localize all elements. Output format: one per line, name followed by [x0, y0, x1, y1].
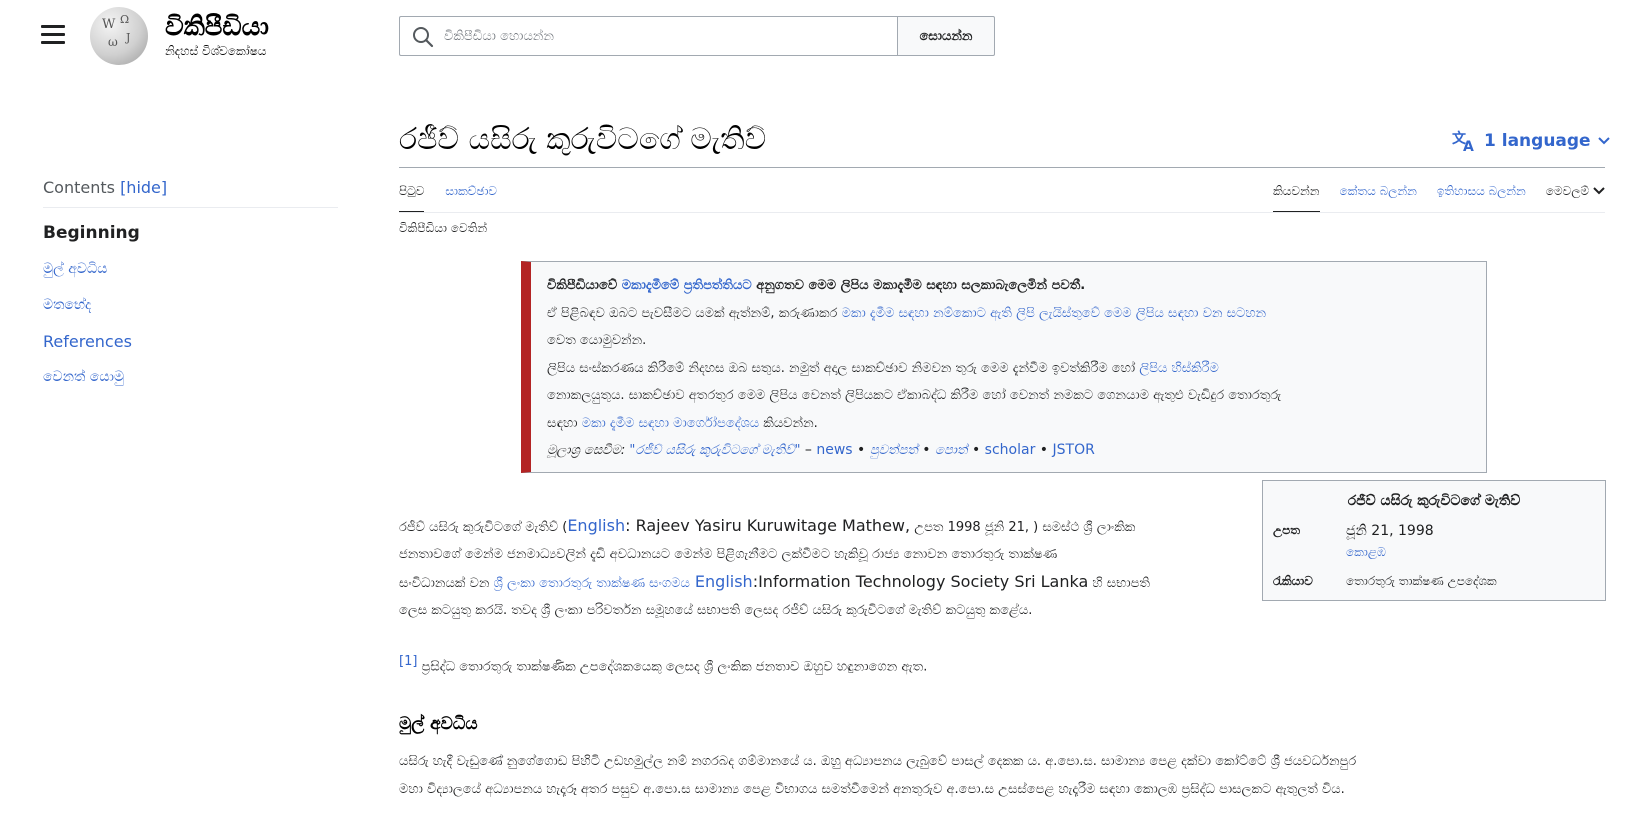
tab-read[interactable]: කියවන්න: [1273, 184, 1320, 213]
svg-text:A: A: [1463, 139, 1474, 152]
toc-header: Contents [hide]: [43, 178, 338, 208]
second-paragraph: [1] ප්‍රසිද්ධ තොරතුරු තාක්ෂණික උපදේශකයෙක…: [399, 654, 928, 675]
intro-paragraph: රජීව් යසිරු කුරුවිටගේ මැතිව් (English: R…: [399, 516, 1150, 618]
tab-tools[interactable]: මෙවලම්: [1546, 184, 1605, 213]
chevron-down-icon: [1597, 137, 1610, 145]
infobox-row-occupation: රැකියාව තොරතුරු තාක්ෂණ උපදේශක: [1273, 574, 1497, 589]
main-menu-button[interactable]: [41, 25, 65, 45]
logo-wordmark[interactable]: විකිපීඩියා: [165, 12, 269, 43]
tabs-divider: [399, 212, 1605, 213]
toc-label: Contents: [43, 178, 115, 197]
books-link[interactable]: පොත්: [935, 443, 968, 458]
search-button[interactable]: සොයන්න: [897, 16, 995, 56]
born-date: ජූනි 21, 1998: [1346, 523, 1434, 539]
scholar-link[interactable]: scholar: [985, 442, 1036, 458]
title-divider: [399, 167, 1605, 168]
toc-item-other-links[interactable]: වෙනත් යොමු: [43, 359, 338, 395]
deletion-policy-link[interactable]: මකාදැමීමේ ප්‍රතිපත්තියට: [622, 278, 752, 293]
source-query-link[interactable]: "රජීව් යසිරු කුරුවිටගේ මැතිව්": [629, 443, 800, 458]
infobox: රජීව් යසිරු කුරුවිටගේ මැතිව් උපත ජූනි 21…: [1262, 480, 1606, 601]
search-input[interactable]: [444, 17, 884, 55]
page-title: රජීව් යසිරු කුරුවිටගේ මැතිව්: [399, 122, 767, 157]
english-link[interactable]: English: [690, 572, 753, 591]
wikipedia-globe-logo[interactable]: W Ω ω J: [90, 7, 148, 65]
chevron-down-icon: [1593, 187, 1605, 195]
logo-tagline: නිදහස් විශ්වකෝෂය: [165, 44, 267, 58]
namespace-tabs: පිටුව සාකච්ඡාව: [399, 184, 497, 213]
tab-history[interactable]: ඉතිහාසය බලන්න: [1437, 184, 1526, 213]
notice-line-4: ලිපිය සංස්කරණය කිරීමේ නිදහස ඔබ සතුය. නමු…: [547, 360, 1219, 376]
english-link[interactable]: English: [567, 516, 625, 535]
source-search-line: මූලාශ්‍ර සෙවීම: "රජීව් යසිරු කුරුවිටගේ ම…: [547, 442, 1095, 458]
toc-item-early-life[interactable]: මුල් අවධිය: [43, 251, 338, 287]
toc-item-beginning[interactable]: Beginning: [43, 215, 338, 251]
site-subtitle: විකිපීඩියා වෙතින්: [399, 221, 488, 235]
tab-view-source[interactable]: කේතය බලන්න: [1340, 184, 1417, 213]
tab-page[interactable]: පිටුව: [399, 184, 425, 213]
search-icon: [413, 27, 434, 48]
blanking-link[interactable]: ලිපිය හිස්කිරීම: [1139, 361, 1219, 376]
infobox-title: රජීව් යසිරු කුරුවිටගේ මැතිව්: [1347, 493, 1521, 509]
news-link[interactable]: news: [816, 442, 852, 458]
tab-tools-label: මෙවලම්: [1545, 184, 1589, 198]
table-of-contents: Contents [hide] Beginning මුල් අවධිය මතභ…: [43, 178, 338, 395]
deletion-list-link[interactable]: මකා දැමීම සඳහා නම්කොට ඇති ලිපි ලැයිස්තුව…: [842, 306, 1267, 321]
deletion-notice-box: විකිපීඩියාවේ මකාදැමීමේ ප්‍රතිපත්තියට අනු…: [521, 261, 1487, 473]
notice-line-3: වෙත යොමුවන්න.: [547, 333, 647, 348]
deletion-guide-link[interactable]: මකා දැමීම සඳහා මාර්ගෝපදේශය: [582, 416, 760, 431]
notice-line-1: විකිපීඩියාවේ මකාදැමීමේ ප්‍රතිපත්තියට අනු…: [547, 278, 1086, 293]
jstor-link[interactable]: JSTOR: [1053, 442, 1095, 458]
infobox-label: උපත: [1273, 523, 1301, 537]
infobox-label: රැකියාව: [1273, 574, 1313, 588]
newspapers-link[interactable]: පුවත්පත්: [870, 443, 918, 458]
infobox-row-born: උපත ජූනි 21, 1998 කොළඹ: [1273, 523, 1434, 560]
infobox-value: තොරතුරු තාක්ෂණ උපදේශක: [1346, 574, 1497, 588]
notice-line-5: නොකලයුතුය. සාකච්ඡාව අතරතුර මෙම ලිපිය වෙන…: [547, 388, 1282, 403]
notice-line-2: ඒ පිළිබඳව ඔබට පැවසීමට යමක් ඇත්නම්, කරුණා…: [547, 305, 1267, 321]
language-button[interactable]: 文 A 1 language: [1452, 130, 1611, 152]
tab-talk[interactable]: සාකච්ඡාව: [445, 184, 497, 213]
translate-icon: 文 A: [1452, 130, 1474, 152]
infobox-value: ජූනි 21, 1998 කොළඹ: [1346, 523, 1434, 560]
toc-item-references[interactable]: References: [43, 323, 338, 359]
reference-link[interactable]: [1]: [399, 654, 417, 669]
toc-hide-link[interactable]: [hide]: [120, 178, 167, 197]
itssl-link[interactable]: ශ්‍රී ලංකා තොරතුරු තාක්ෂණ සංගමය: [494, 576, 690, 591]
search-field[interactable]: [399, 16, 897, 56]
language-button-label: 1 language: [1484, 131, 1591, 151]
view-tabs: කියවන්න කේතය බලන්න ඉතිහාසය බලන්න මෙවලම්: [1273, 184, 1605, 213]
born-place-link[interactable]: කොළඹ: [1346, 545, 1434, 560]
notice-line-6: සඳහා මකා දැමීම සඳහා මාර්ගෝපදේශය කියවන්න.: [547, 415, 818, 431]
early-life-paragraph: යසිරු හැදී වැඩුණේ නුගේගොඩ පිහිටි උඩහමුල්…: [399, 754, 1357, 797]
section-heading-early-life: මුල් අවධිය: [399, 714, 478, 734]
toc-item-controversy[interactable]: මතභේද: [43, 287, 338, 323]
